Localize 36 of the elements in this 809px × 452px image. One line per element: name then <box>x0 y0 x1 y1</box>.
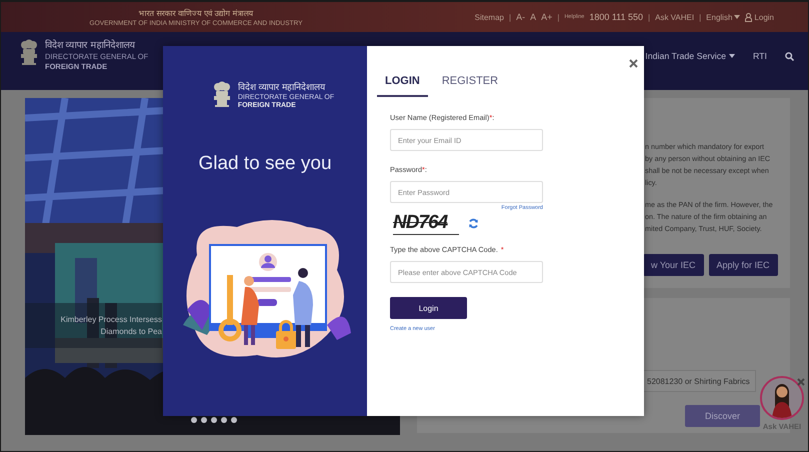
iec-button[interactable]: w Your IEC <box>643 254 704 276</box>
top-link[interactable]: A+ <box>541 12 552 22</box>
separator-text: | <box>509 12 512 22</box>
caret-icon <box>728 54 735 58</box>
ministry-hindi-text: भारत सरकार वाणिज्य एवं उद्योग मंत्रालय <box>138 8 254 18</box>
discover-button[interactable]: Discover <box>685 405 760 427</box>
logo-hindi-text: विदेश व्यापार महानिदेशालय <box>45 38 136 51</box>
top-link[interactable]: A <box>530 12 536 22</box>
slide-caption: Diamonds to Pea <box>100 327 162 336</box>
separator-text: | <box>699 12 702 22</box>
search-icon[interactable] <box>785 52 794 60</box>
language-dropdown[interactable]: English <box>706 12 740 22</box>
top-link[interactable]: Ask VAHEI <box>655 12 694 22</box>
slide-caption: Kimberley Process Intersess <box>60 315 162 324</box>
emblem-icon <box>19 38 39 66</box>
refresh-icon[interactable] <box>468 218 480 229</box>
login-button[interactable]: Login <box>390 297 467 319</box>
captcha-image: ND764 <box>393 212 460 235</box>
caret-icon <box>734 15 740 19</box>
tab[interactable]: LOGIN <box>377 75 428 97</box>
user-icon <box>745 12 752 22</box>
iec-button[interactable]: Apply for IEC <box>708 254 778 276</box>
nav-link[interactable]: Indian Trade Service <box>645 51 735 61</box>
tab[interactable]: REGISTER <box>434 75 506 97</box>
login-link[interactable]: Login <box>745 12 774 22</box>
separator-text: | <box>557 12 560 22</box>
top-link[interactable]: A- <box>516 12 526 22</box>
greeting-text: Glad to see you <box>198 153 332 175</box>
search-field[interactable]: 52081230 or Shirting Fabrics <box>643 370 756 392</box>
separator-text: | <box>648 12 650 22</box>
emblem-icon <box>212 80 232 108</box>
close-icon[interactable] <box>629 59 638 68</box>
logo-hindi-text: विदेश व्यापार महानिदेशालय <box>238 81 326 93</box>
top-link[interactable]: Sitemap <box>474 12 504 22</box>
helpline-number: 1800 111 550 <box>589 12 644 22</box>
nav-link[interactable]: RTI <box>752 51 767 61</box>
